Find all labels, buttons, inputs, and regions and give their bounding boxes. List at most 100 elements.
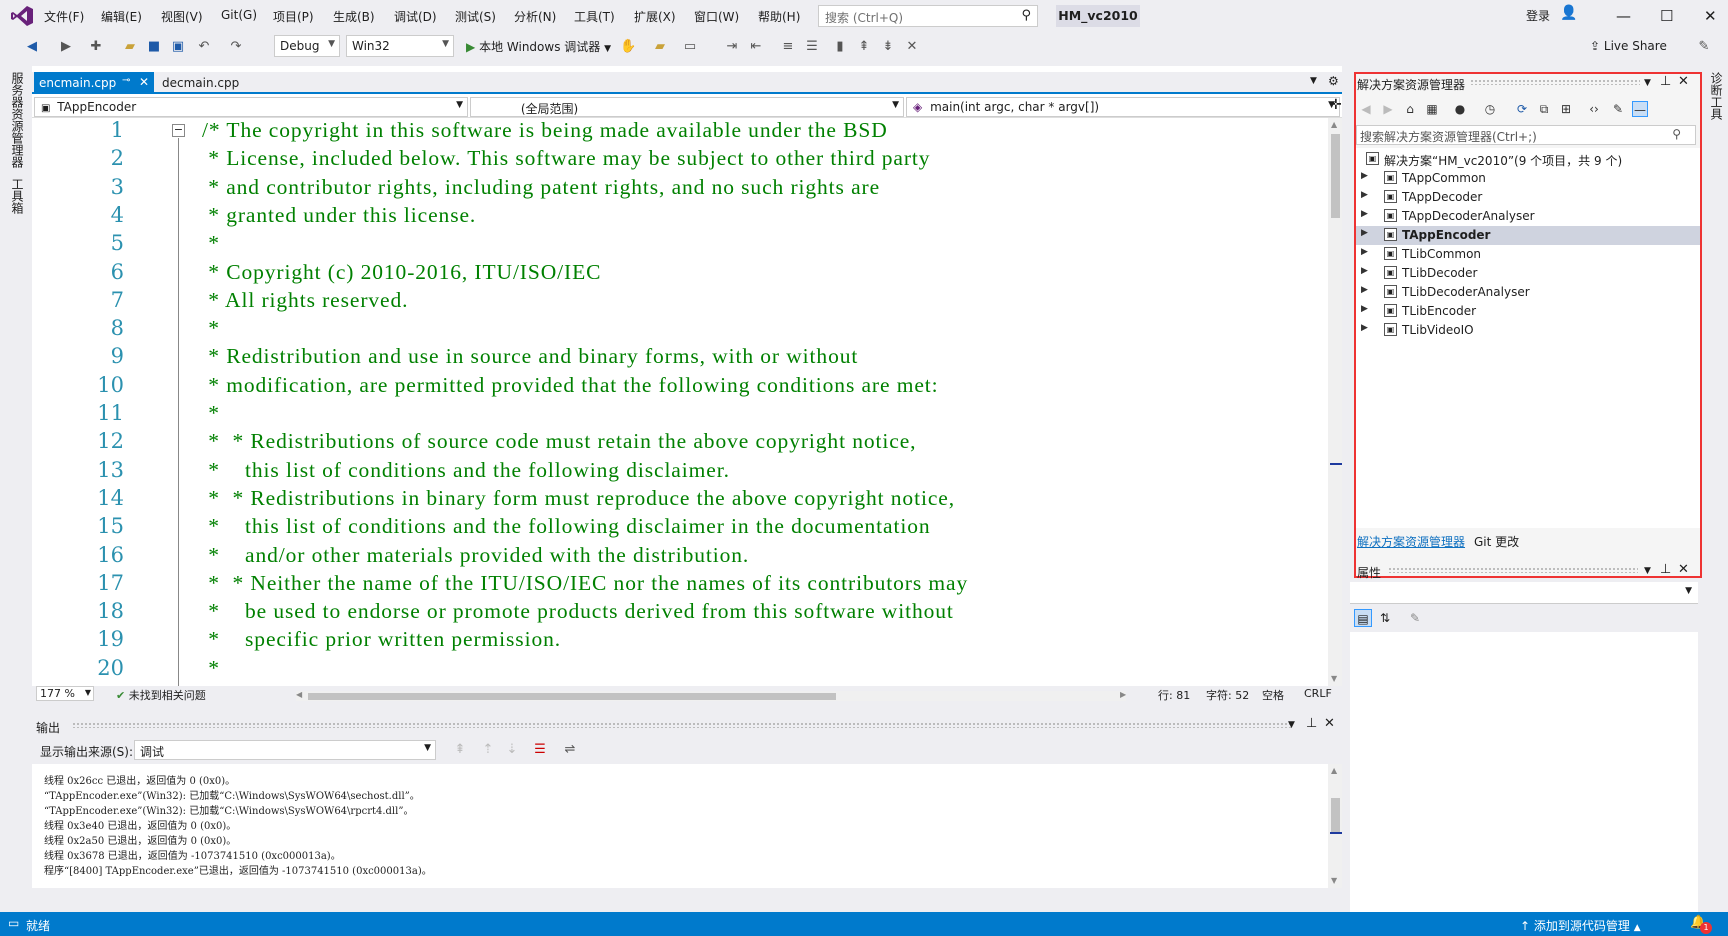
new-item-icon[interactable]: ✚ xyxy=(88,39,104,55)
categorized-icon[interactable]: ▤ xyxy=(1354,609,1372,627)
code-line[interactable]: * this list of conditions and the follow… xyxy=(202,458,730,483)
clear-bookmarks-icon[interactable]: ✕ xyxy=(904,39,920,55)
back-icon[interactable]: ◀ xyxy=(1358,101,1374,117)
close-icon[interactable]: ✕ xyxy=(139,75,149,89)
project-node[interactable]: ▶ ▣ TAppDecoder xyxy=(1356,188,1700,207)
menu-item[interactable]: 文件(F) xyxy=(44,8,84,25)
maximize-icon[interactable]: ☐ xyxy=(1660,7,1673,25)
expand-icon[interactable]: ▶ xyxy=(1361,190,1368,200)
forward-icon[interactable]: ▶ xyxy=(1380,101,1396,117)
tab-git-changes[interactable]: Git 更改 xyxy=(1474,533,1519,550)
code-line[interactable]: * xyxy=(202,231,220,256)
code-line[interactable]: * granted under this license. xyxy=(202,203,476,228)
code-line[interactable]: /* The copyright in this software is bei… xyxy=(202,118,888,143)
home-icon[interactable]: ⌂ xyxy=(1402,101,1418,117)
scroll-up-icon[interactable]: ▲ xyxy=(1331,120,1337,129)
expand-icon[interactable]: ▶ xyxy=(1361,285,1368,295)
project-nav-select[interactable]: ▣ TAppEncoder ▼ xyxy=(34,97,468,117)
code-line[interactable]: * xyxy=(202,656,220,681)
menu-item[interactable]: 窗口(W) xyxy=(694,8,739,25)
menu-item[interactable]: 帮助(H) xyxy=(758,8,800,25)
menu-item[interactable]: 编辑(E) xyxy=(101,8,142,25)
project-node[interactable]: ▶ ▣ TAppCommon xyxy=(1356,169,1700,188)
visual-studio-logo[interactable] xyxy=(10,5,34,27)
prev-bookmark-icon[interactable]: ⇞ xyxy=(856,39,872,55)
attach-icon[interactable]: ✋ xyxy=(620,39,636,55)
goto-previous-icon[interactable]: ⇞ xyxy=(452,742,468,758)
expand-icon[interactable]: ▶ xyxy=(1361,209,1368,219)
panel-grip[interactable] xyxy=(1388,567,1638,573)
pin-icon[interactable]: ⊥ xyxy=(1660,562,1671,577)
code-line[interactable]: * and contributor rights, including pate… xyxy=(202,175,880,200)
tab-decmain[interactable]: decmain.cpp xyxy=(162,72,262,94)
code-line[interactable]: * * Neither the name of the ITU/ISO/IEC … xyxy=(202,571,968,596)
code-line[interactable]: * * Redistributions of source code must … xyxy=(202,429,916,454)
chevron-down-icon[interactable]: ▼ xyxy=(1644,566,1651,576)
output-source-select[interactable]: 调试 ▼ xyxy=(134,740,436,760)
save-all-icon[interactable]: ▣ xyxy=(170,39,186,55)
spaces-indicator[interactable]: 空格 xyxy=(1262,687,1284,703)
collapse-icon[interactable]: − xyxy=(172,124,185,137)
save-icon[interactable]: ■ xyxy=(146,39,162,55)
feedback-icon[interactable]: ✎ xyxy=(1696,39,1712,55)
scroll-down-icon[interactable]: ▼ xyxy=(1331,876,1337,885)
code-line[interactable]: * xyxy=(202,316,220,341)
close-icon[interactable]: ✕ xyxy=(1678,74,1689,89)
next-bookmark-icon[interactable]: ⇟ xyxy=(880,39,896,55)
scroll-down-icon[interactable]: ▼ xyxy=(1331,674,1337,683)
code-line[interactable]: * License, included below. This software… xyxy=(202,146,930,171)
close-window-icon[interactable]: ✕ xyxy=(1704,7,1717,25)
menu-item[interactable]: 调试(D) xyxy=(394,8,437,25)
scroll-up-icon[interactable]: ▲ xyxy=(1331,766,1337,775)
project-node[interactable]: ▶ ▣ TAppEncoder xyxy=(1356,226,1700,245)
scroll-left-icon[interactable]: ◀ xyxy=(296,690,302,699)
menu-item[interactable]: 扩展(X) xyxy=(634,8,676,25)
code-editor[interactable]: 1 2 3 4 5 6 7 8 9 10 11 12 13 14 15 16 17 18 19 20 /* The c… xyxy=(32,118,1328,686)
horizontal-scroll-thumb[interactable] xyxy=(308,693,836,700)
pin-icon[interactable]: ⊸ xyxy=(122,75,130,86)
search-box[interactable]: 搜索 (Ctrl+Q) ⚲ xyxy=(818,5,1038,27)
code-line[interactable]: * Redistribution and use in source and b… xyxy=(202,344,858,369)
scroll-right-icon[interactable]: ▶ xyxy=(1120,690,1126,699)
open-folder-icon[interactable]: ▰ xyxy=(122,39,138,55)
refresh-icon[interactable]: ⟳ xyxy=(1514,101,1530,117)
clear-all-icon[interactable]: ☰ xyxy=(532,742,548,758)
step-icon[interactable]: ⇥ xyxy=(724,39,740,55)
tab-overflow-icon[interactable]: ▼ xyxy=(1310,76,1317,86)
back-icon[interactable]: ◀ xyxy=(24,39,40,55)
project-node[interactable]: ▶ ▣ TLibDecoder xyxy=(1356,264,1700,283)
show-all-files-icon[interactable]: ⊞ xyxy=(1558,101,1574,117)
menu-item[interactable]: 生成(B) xyxy=(333,8,375,25)
expand-icon[interactable]: ▶ xyxy=(1361,304,1368,314)
close-icon[interactable]: ✕ xyxy=(1324,716,1335,731)
screenshot-icon[interactable]: ▭ xyxy=(682,39,698,55)
tab-solution-explorer[interactable]: 解决方案资源管理器 xyxy=(1357,533,1465,550)
gear-icon[interactable]: ⚙ xyxy=(1328,74,1339,88)
pin-icon[interactable]: ⊥ xyxy=(1306,716,1317,731)
code-line[interactable]: * * Redistributions in binary form must … xyxy=(202,486,955,511)
pin-icon[interactable]: ⊥ xyxy=(1660,74,1671,89)
expand-icon[interactable]: ▶ xyxy=(1361,228,1368,238)
output-text[interactable]: 线程 0x26cc 已退出，返回值为 0 (0x0)。 “TAppEncoder.… xyxy=(32,764,1328,888)
diagnostics-tab[interactable]: 诊断工具 xyxy=(1708,72,1725,120)
redo-icon[interactable]: ↷ xyxy=(228,39,244,55)
forward-icon[interactable]: ▶ xyxy=(58,39,74,55)
tab-encmain[interactable]: encmain.cpp ⊸ ✕ xyxy=(34,72,154,94)
goto-previous-message-icon[interactable]: ⇡ xyxy=(480,742,496,758)
undo-icon[interactable]: ↶ xyxy=(196,39,212,55)
close-icon[interactable]: ✕ xyxy=(1678,562,1689,577)
solution-root-node[interactable]: ▣ 解决方案“HM_vc2010”(9 个项目，共 9 个) xyxy=(1356,150,1700,169)
project-node[interactable]: ▶ ▣ TLibCommon xyxy=(1356,245,1700,264)
chevron-down-icon[interactable]: ▼ xyxy=(1644,78,1651,88)
login-link[interactable]: 登录 xyxy=(1526,7,1550,24)
editor-scroll-thumb[interactable] xyxy=(1331,134,1340,218)
menu-item[interactable]: 项目(P) xyxy=(273,8,314,25)
code-line[interactable]: * and/or other materials provided with t… xyxy=(202,543,749,568)
expand-icon[interactable]: ▶ xyxy=(1361,247,1368,257)
alphabetical-icon[interactable]: ⇅ xyxy=(1376,609,1394,627)
properties-icon[interactable]: ✎ xyxy=(1610,101,1626,117)
view-code-icon[interactable]: ‹› xyxy=(1586,101,1602,117)
web-icon[interactable]: ● xyxy=(1452,101,1468,117)
panel-grip[interactable] xyxy=(72,722,1292,728)
collapse-all-icon[interactable]: ⧉ xyxy=(1536,101,1552,117)
